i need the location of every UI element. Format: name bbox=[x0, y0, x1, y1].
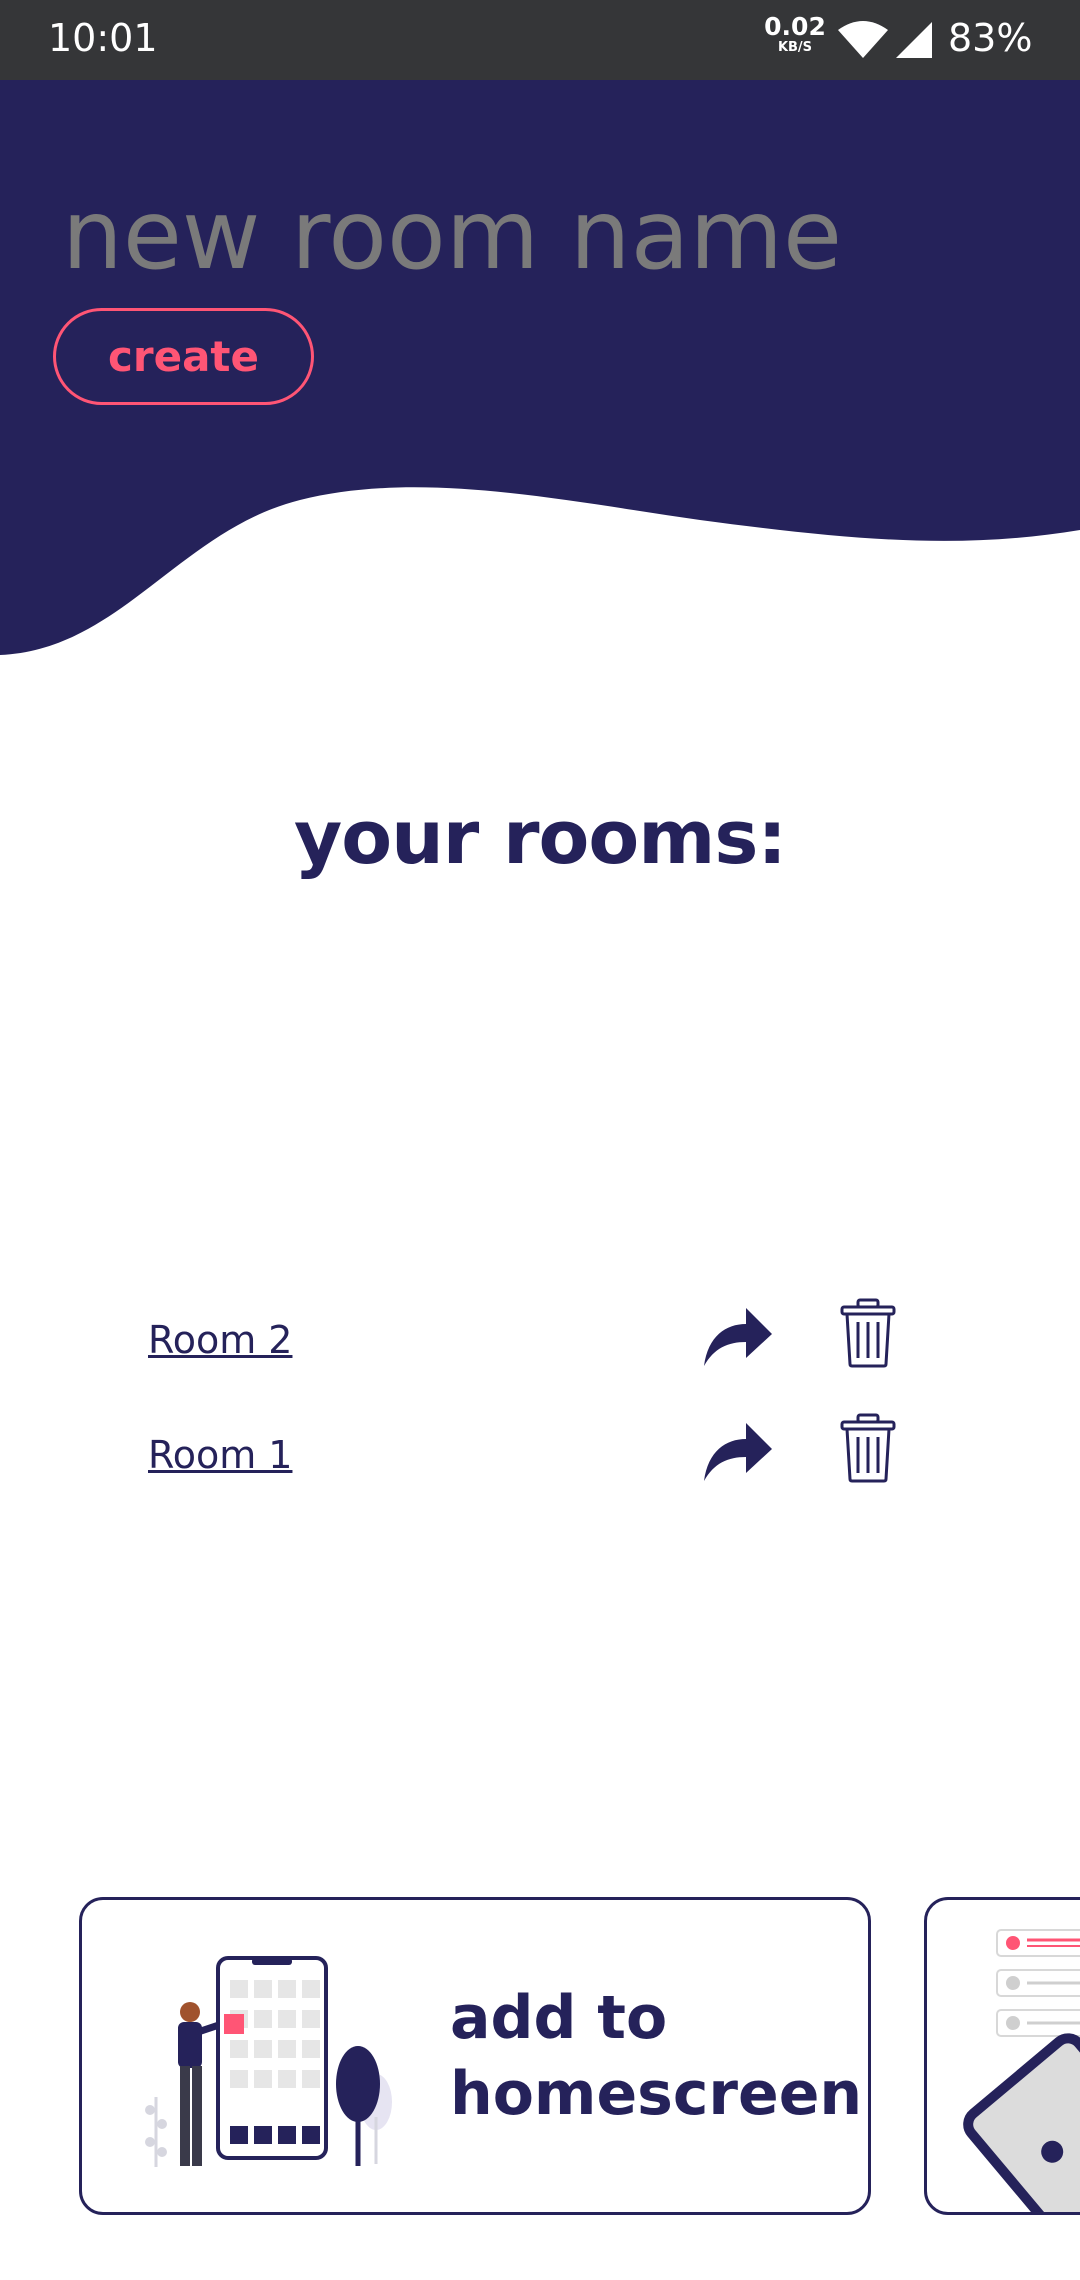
create-button[interactable]: create bbox=[53, 308, 314, 405]
wifi-icon bbox=[838, 21, 888, 58]
network-speed-unit: KB/S bbox=[777, 40, 813, 55]
room-row: Room 2 bbox=[0, 1290, 1080, 1380]
network-speed-value: 0.02 bbox=[764, 12, 826, 41]
room-row: Room 1 bbox=[0, 1405, 1080, 1495]
status-bar: 10:01 0.02 KB/S 83% bbox=[0, 0, 1080, 80]
room-link[interactable]: Room 1 bbox=[148, 1433, 292, 1477]
add-to-homescreen-label: add to homescreen bbox=[450, 1980, 862, 2132]
next-card[interactable] bbox=[924, 1897, 1080, 2215]
battery-level: 83% bbox=[948, 16, 1033, 60]
card-label-line-2: homescreen bbox=[450, 2059, 863, 2129]
network-speed: 0.02 KB/S bbox=[764, 14, 826, 54]
share-arrow-icon[interactable] bbox=[700, 1302, 774, 1368]
rooms-title: your rooms: bbox=[294, 795, 787, 881]
add-to-homescreen-card[interactable]: add to homescreen bbox=[79, 1897, 871, 2215]
room-link[interactable]: Room 2 bbox=[148, 1318, 292, 1362]
room-name-input[interactable] bbox=[62, 170, 1022, 300]
share-arrow-icon[interactable] bbox=[700, 1417, 774, 1483]
list-illustration bbox=[963, 1929, 1080, 2212]
card-label-line-1: add to bbox=[450, 1983, 668, 2053]
phone-illustration bbox=[145, 1956, 392, 2167]
status-time: 10:01 bbox=[48, 16, 158, 60]
trash-icon[interactable] bbox=[840, 1413, 896, 1483]
signal-icon bbox=[896, 22, 932, 58]
trash-icon[interactable] bbox=[840, 1298, 896, 1368]
